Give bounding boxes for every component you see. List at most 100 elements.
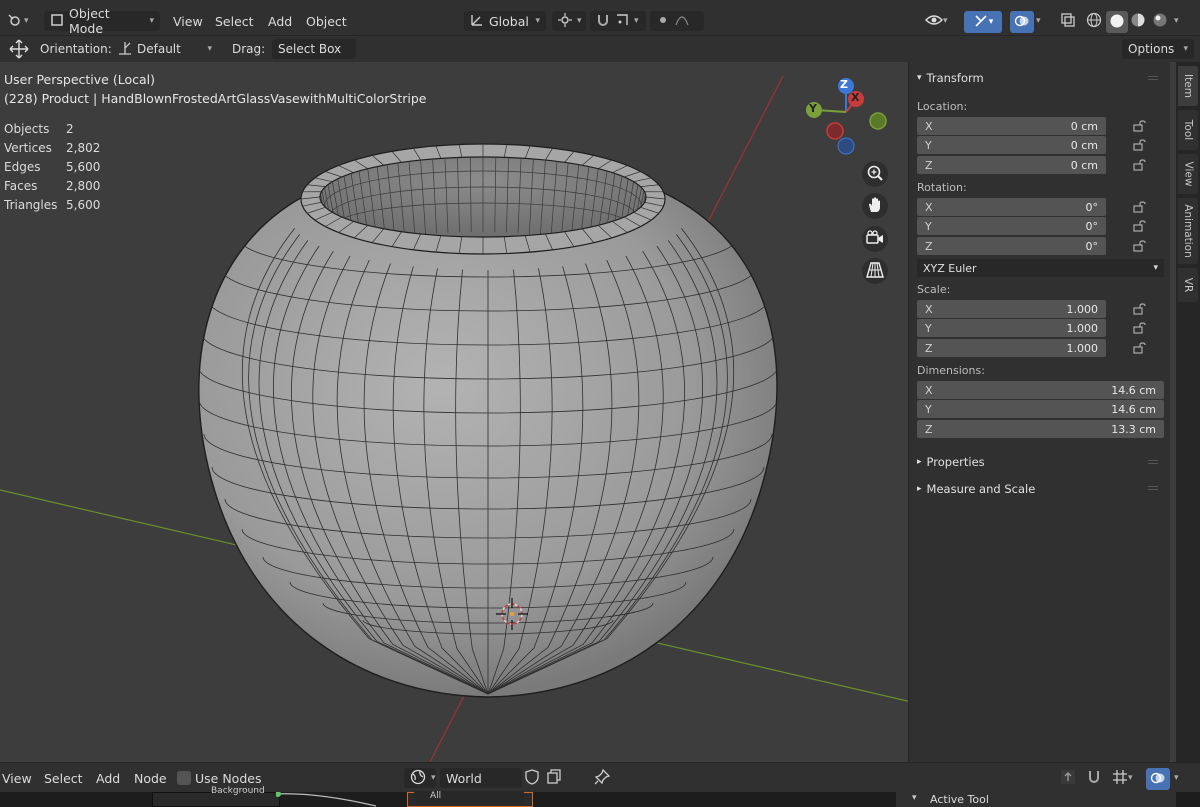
shading-wireframe[interactable]: [1086, 11, 1102, 31]
mode-dropdown[interactable]: Object Mode ▾: [44, 6, 160, 36]
dimensions-y-field[interactable]: Y 14.6 cm: [917, 400, 1164, 418]
lock-icon[interactable]: [1133, 220, 1147, 232]
node-editor-header: View Select Add Node Use Nodes ▾ World ▾…: [0, 762, 1200, 792]
tab-vr[interactable]: VR: [1178, 268, 1198, 302]
tab-tool[interactable]: Tool: [1178, 110, 1198, 150]
overlays-dropdown[interactable]: ▾: [1036, 11, 1041, 31]
menu-add[interactable]: Add: [268, 11, 292, 31]
drag-grip-icon[interactable]: [1148, 486, 1158, 490]
fake-user-button[interactable]: [524, 768, 540, 788]
lock-icon[interactable]: [1133, 303, 1147, 315]
location-label: Location:: [917, 100, 968, 113]
dimensions-z-field[interactable]: Z 13.3 cm: [917, 420, 1164, 438]
node-overlays-toggle[interactable]: [1146, 768, 1170, 790]
camera-view-button[interactable]: [862, 226, 888, 252]
menu-select[interactable]: Select: [215, 11, 254, 31]
transform-orientation-dropdown[interactable]: Global ▾: [464, 11, 546, 31]
node-snap-toggle[interactable]: [1086, 768, 1102, 788]
shading-material[interactable]: [1130, 11, 1146, 31]
snap-target-icon: [615, 13, 629, 30]
gizmo-x-label[interactable]: X: [851, 91, 859, 104]
orientation-label: Orientation:: [40, 42, 112, 56]
orientation-dropdown[interactable]: Default ▾: [112, 39, 218, 59]
location-z-field[interactable]: Z 0 cm: [917, 156, 1106, 174]
node-overlays-dropdown[interactable]: ▾: [1174, 768, 1179, 788]
solid-sphere-icon: [1109, 13, 1125, 32]
drag-grip-icon[interactable]: [1148, 76, 1158, 80]
tab-animation[interactable]: Animation: [1178, 198, 1198, 264]
node-snap-target[interactable]: ▾: [1112, 768, 1133, 788]
chevron-down-icon: ▾: [431, 773, 436, 783]
node-menu-view[interactable]: View: [2, 768, 32, 788]
pivot-point-dropdown[interactable]: ▾: [552, 11, 586, 31]
menu-view[interactable]: View: [173, 11, 203, 31]
gizmo-toggle[interactable]: ▾: [964, 11, 1002, 33]
location-y-field[interactable]: Y 0 cm: [917, 136, 1106, 154]
magnifier-icon: [866, 164, 884, 185]
tab-view[interactable]: View: [1178, 154, 1198, 194]
rotation-z-field[interactable]: Z 0°: [917, 237, 1106, 255]
drag-grip-icon[interactable]: [1148, 460, 1158, 464]
lock-icon[interactable]: [1133, 342, 1147, 354]
shading-rendered[interactable]: [1152, 11, 1168, 31]
options-dropdown[interactable]: Options ▾: [1122, 39, 1194, 59]
shading-dropdown[interactable]: ▾: [1174, 11, 1179, 31]
tab-label: Animation: [1182, 204, 1194, 258]
background-node[interactable]: Background: [152, 786, 280, 807]
scale-x-field[interactable]: X 1.000: [917, 300, 1106, 318]
pan-button[interactable]: [862, 193, 888, 219]
gizmo-z-label[interactable]: Z: [840, 78, 848, 91]
visibility-dropdown[interactable]: ▾: [925, 11, 948, 31]
proportional-editing-toggle[interactable]: [650, 11, 704, 31]
eye-icon: [925, 13, 943, 30]
use-nodes-checkbox[interactable]: Use Nodes: [177, 768, 261, 788]
rotation-x-field[interactable]: X 0°: [917, 198, 1106, 216]
editor-type-selector[interactable]: ▾: [6, 11, 29, 31]
pin-button[interactable]: [594, 768, 611, 788]
stat-value: 5,600: [66, 160, 101, 174]
overlays-toggle[interactable]: [1010, 11, 1034, 33]
menu-object[interactable]: Object: [306, 11, 347, 31]
properties-panel-header[interactable]: ▸ Properties: [917, 455, 985, 469]
scale-z-field[interactable]: Z 1.000: [917, 339, 1106, 357]
location-x-field[interactable]: X 0 cm: [917, 117, 1106, 135]
rotation-mode-dropdown[interactable]: XYZ Euler ▾: [917, 259, 1164, 277]
transform-panel-header[interactable]: ▾ Transform: [917, 71, 984, 85]
mode-label: Object Mode: [69, 6, 110, 36]
chevron-down-icon: ▾: [912, 793, 917, 803]
target-dropdown[interactable]: All: [414, 791, 524, 803]
node-menu-select[interactable]: Select: [44, 768, 83, 788]
rotation-label: Rotation:: [917, 181, 967, 194]
chevron-down-icon: ▾: [149, 16, 154, 26]
gizmo-y-label[interactable]: Y: [809, 102, 817, 115]
scale-y-field[interactable]: Y 1.000: [917, 319, 1106, 337]
tab-item[interactable]: Item: [1178, 66, 1198, 106]
xray-toggle[interactable]: [1060, 11, 1076, 31]
drag-dropdown[interactable]: Select Box: [272, 39, 356, 59]
snap-toggle[interactable]: ▾: [590, 11, 646, 31]
lock-icon[interactable]: [1133, 120, 1147, 132]
dimensions-x-field[interactable]: X 14.6 cm: [917, 381, 1164, 399]
lock-icon[interactable]: [1133, 201, 1147, 213]
world-name-field[interactable]: World: [440, 768, 522, 788]
zoom-button[interactable]: [862, 161, 888, 187]
node-menu-node[interactable]: Node: [134, 768, 167, 788]
parent-node-tree-button[interactable]: [1060, 768, 1076, 788]
node-menu-add[interactable]: Add: [96, 768, 120, 788]
lock-icon[interactable]: [1133, 139, 1147, 151]
output-node[interactable]: All: [407, 791, 533, 807]
lock-icon[interactable]: [1133, 322, 1147, 334]
duplicate-world-button[interactable]: [546, 768, 562, 788]
node-editor-canvas[interactable]: Background All ▾ Active Tool: [0, 786, 1200, 807]
stat-row: Edges 5,600: [4, 160, 100, 179]
rotation-y-field[interactable]: Y 0°: [917, 217, 1106, 235]
shader-type-dropdown[interactable]: ▾: [404, 768, 436, 788]
use-nodes-label: Use Nodes: [195, 770, 262, 786]
perspective-toggle-button[interactable]: [862, 258, 888, 284]
lock-icon[interactable]: [1133, 240, 1147, 252]
shading-solid[interactable]: [1106, 11, 1128, 33]
tool-header: Orientation: Default ▾ Drag: Select Box …: [0, 36, 1200, 62]
measure-panel-header[interactable]: ▸ Measure and Scale: [917, 482, 1035, 496]
lock-icon[interactable]: [1133, 159, 1147, 171]
field-value: 1.000: [1066, 341, 1099, 355]
